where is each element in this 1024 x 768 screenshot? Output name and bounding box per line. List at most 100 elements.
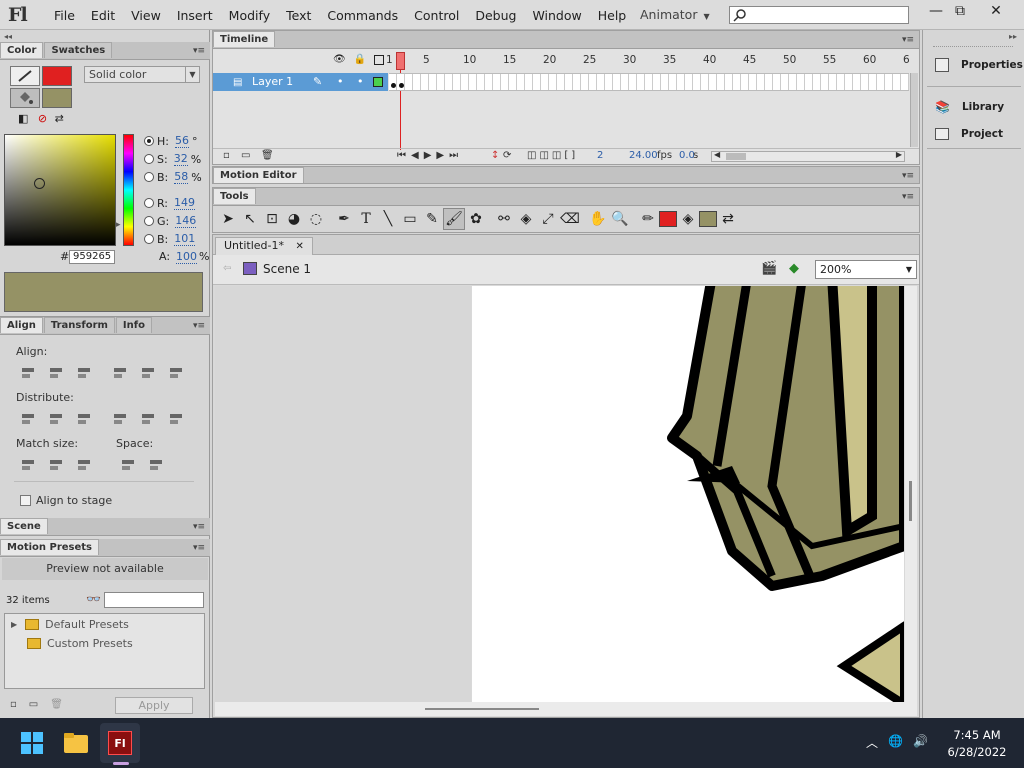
preset-search-input[interactable] xyxy=(104,592,204,608)
text-tool-icon[interactable]: T xyxy=(355,208,377,230)
fill-bucket-icon[interactable] xyxy=(10,88,40,108)
deco-tool-icon[interactable]: ✿ xyxy=(465,208,487,230)
brush-tool-icon[interactable]: 🖌 xyxy=(443,208,465,230)
fill-type-select[interactable]: Solid color ▼ xyxy=(84,66,200,83)
brightness-value[interactable]: 58 xyxy=(174,170,189,184)
stage-vscroll[interactable] xyxy=(905,286,917,702)
tab-info[interactable]: Info xyxy=(115,317,152,333)
new-preset-icon[interactable]: ▫ xyxy=(10,699,17,710)
collapse-arrows-icon[interactable]: ◂◂ xyxy=(4,32,12,41)
new-layer-icon[interactable]: ▫ xyxy=(223,150,230,161)
align-top-icon[interactable] xyxy=(112,365,128,381)
properties-button[interactable]: Properties xyxy=(935,58,1023,72)
pen-tool-icon[interactable]: ✒ xyxy=(333,208,355,230)
saturation-field[interactable]: S: 32% xyxy=(144,152,201,166)
flash-app-button[interactable]: Fl xyxy=(100,723,140,763)
menu-debug[interactable]: Debug xyxy=(467,8,524,23)
tab-motion-editor[interactable]: Motion Editor xyxy=(213,167,304,183)
line-tool-icon[interactable]: ╲ xyxy=(377,208,399,230)
match-height-icon[interactable] xyxy=(48,457,64,473)
project-button[interactable]: Project xyxy=(935,128,1003,140)
pencil-tool-icon[interactable]: ✎ xyxy=(421,208,443,230)
align-to-stage-checkbox[interactable]: Align to stage xyxy=(20,494,112,507)
red-field[interactable]: R: 149 xyxy=(144,196,196,210)
no-color-icon[interactable]: ⊘ xyxy=(38,112,47,125)
layer-outline-color[interactable] xyxy=(373,77,383,87)
document-tab[interactable]: Untitled-1* ✕ xyxy=(215,237,313,255)
last-frame-icon[interactable]: ⏭ xyxy=(449,150,463,161)
tab-swatches[interactable]: Swatches xyxy=(44,42,113,58)
layer-name[interactable]: Layer 1 xyxy=(252,75,293,88)
align-center-h-icon[interactable] xyxy=(48,365,64,381)
keyframe[interactable] xyxy=(399,83,404,88)
lasso-tool-icon[interactable]: ◌ xyxy=(305,208,327,230)
menu-insert[interactable]: Insert xyxy=(169,8,221,23)
fill-color-swatch[interactable] xyxy=(42,88,72,108)
space-vertical-icon[interactable] xyxy=(120,457,136,473)
library-button[interactable]: 📚 Library xyxy=(935,100,1004,114)
workspace-switcher[interactable]: Animator ▼ xyxy=(640,7,710,22)
black-white-icon[interactable]: ◧ xyxy=(18,112,28,125)
delete-icon[interactable]: 🗑 xyxy=(50,699,63,710)
edit-scene-icon[interactable]: 🎬 xyxy=(761,261,777,276)
stroke-color-swatch[interactable] xyxy=(42,66,72,86)
tab-timeline[interactable]: Timeline xyxy=(213,31,276,47)
onion-skin-icons[interactable]: ◫◫◫[] xyxy=(527,150,578,161)
panel-menu-icon[interactable]: ▾≡ xyxy=(902,35,914,45)
lock-dot[interactable]: • xyxy=(357,73,364,91)
3d-rotation-tool-icon[interactable]: ◕ xyxy=(283,208,305,230)
vscroll-thumb[interactable] xyxy=(909,481,912,521)
green-value[interactable]: 146 xyxy=(175,214,197,228)
distribute-center-v-icon[interactable] xyxy=(48,411,64,427)
tab-scene[interactable]: Scene xyxy=(0,518,48,534)
chevron-up-icon[interactable]: ︿ xyxy=(866,734,878,751)
stroke-pencil-icon[interactable] xyxy=(10,66,40,86)
selection-tool-icon[interactable]: ➤ xyxy=(217,208,239,230)
stage-hscroll[interactable] xyxy=(215,702,917,716)
new-folder-icon[interactable]: ▭ xyxy=(241,150,250,161)
menu-modify[interactable]: Modify xyxy=(221,8,278,23)
first-frame-icon[interactable]: ⏮ xyxy=(397,150,411,161)
distribute-bottom-icon[interactable] xyxy=(76,411,92,427)
fill-color-bucket-icon[interactable]: ◈ xyxy=(677,208,699,230)
hscroll-thumb[interactable] xyxy=(425,708,539,710)
alpha-value[interactable]: 100 xyxy=(176,250,198,264)
visibility-dot[interactable]: • xyxy=(337,73,344,91)
subselection-tool-icon[interactable]: ↖ xyxy=(239,208,261,230)
keyframe[interactable] xyxy=(391,83,396,88)
start-button[interactable] xyxy=(12,723,52,763)
panel-menu-icon[interactable]: ▾≡ xyxy=(193,543,205,553)
saturation-value[interactable]: 32 xyxy=(173,152,188,166)
tab-transform[interactable]: Transform xyxy=(43,317,115,333)
hex-input[interactable]: 959265 xyxy=(69,250,115,264)
restore-button[interactable]: ⧉ xyxy=(944,0,976,22)
blue-field[interactable]: B: 101 xyxy=(144,232,196,246)
apply-button[interactable]: Apply xyxy=(115,697,193,714)
eraser-tool-icon[interactable]: ⌫ xyxy=(559,208,581,230)
distribute-left-icon[interactable] xyxy=(112,411,128,427)
fps-value[interactable]: 24.00 xyxy=(629,150,658,161)
eyedropper-tool-icon[interactable]: ⤢ xyxy=(537,208,559,230)
panel-menu-icon[interactable]: ▾≡ xyxy=(193,321,205,331)
panel-menu-icon[interactable]: ▾≡ xyxy=(193,46,205,56)
space-horizontal-icon[interactable] xyxy=(148,457,164,473)
align-right-icon[interactable] xyxy=(76,365,92,381)
frame-track[interactable] xyxy=(389,73,909,91)
distribute-top-icon[interactable] xyxy=(20,411,36,427)
new-folder-icon[interactable]: ▭ xyxy=(29,699,38,710)
hue-field[interactable]: H: 56 ° xyxy=(144,134,197,148)
stage-canvas[interactable] xyxy=(472,286,904,702)
menu-edit[interactable]: Edit xyxy=(83,8,123,23)
zoom-select[interactable]: 200% ▼ xyxy=(815,260,917,279)
stroke-color-pencil-icon[interactable]: ✏ xyxy=(637,208,659,230)
align-center-v-icon[interactable] xyxy=(140,365,156,381)
stroke-color-swatch[interactable] xyxy=(659,211,677,227)
fill-color-swatch[interactable] xyxy=(699,211,717,227)
timeline-vscroll[interactable] xyxy=(910,73,918,147)
red-value[interactable]: 149 xyxy=(174,196,196,210)
menu-control[interactable]: Control xyxy=(406,8,467,23)
alpha-field[interactable]: A: 100% xyxy=(159,250,210,264)
delete-layer-icon[interactable]: 🗑 xyxy=(261,150,274,161)
lock-icon[interactable]: 🔒 xyxy=(354,54,366,65)
menu-help[interactable]: Help xyxy=(590,8,635,23)
